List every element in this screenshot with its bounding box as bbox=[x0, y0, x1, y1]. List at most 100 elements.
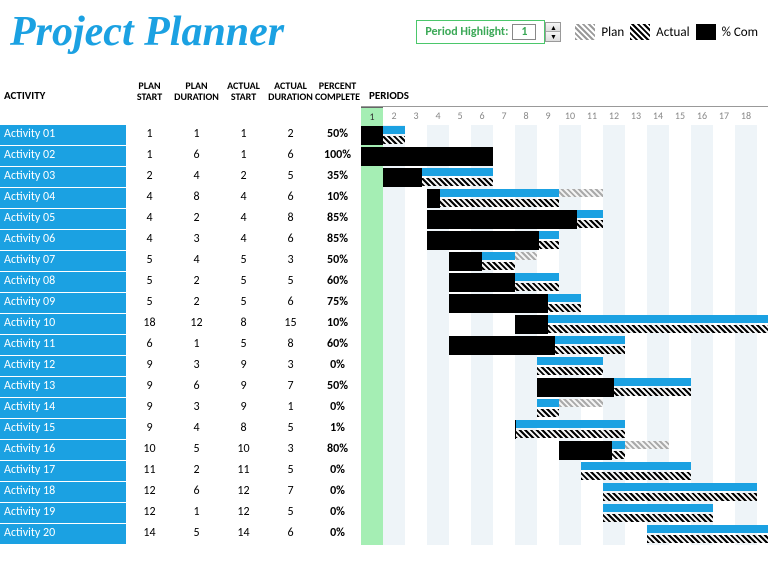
cell-percent[interactable]: 85% bbox=[314, 209, 361, 230]
cell-plan_duration[interactable]: 2 bbox=[173, 461, 220, 482]
cell-plan_duration[interactable]: 6 bbox=[173, 482, 220, 503]
cell-percent[interactable]: 0% bbox=[314, 524, 361, 545]
cell-actual_duration[interactable]: 8 bbox=[267, 335, 314, 356]
cell-actual_start[interactable]: 5 bbox=[220, 251, 267, 272]
activity-cell[interactable]: Activity 09 bbox=[0, 293, 126, 314]
cell-plan_duration[interactable]: 2 bbox=[173, 209, 220, 230]
activity-cell[interactable]: Activity 01 bbox=[0, 125, 126, 146]
cell-actual_start[interactable]: 5 bbox=[220, 335, 267, 356]
cell-percent[interactable]: 0% bbox=[314, 356, 361, 377]
activity-cell[interactable]: Activity 12 bbox=[0, 356, 126, 377]
cell-actual_start[interactable]: 8 bbox=[220, 314, 267, 335]
cell-plan_duration[interactable]: 3 bbox=[173, 398, 220, 419]
cell-plan_start[interactable]: 9 bbox=[126, 419, 173, 440]
cell-actual_duration[interactable]: 6 bbox=[267, 146, 314, 167]
activity-cell[interactable]: Activity 13 bbox=[0, 377, 126, 398]
cell-actual_duration[interactable]: 6 bbox=[267, 293, 314, 314]
cell-plan_duration[interactable]: 8 bbox=[173, 188, 220, 209]
cell-percent[interactable]: 60% bbox=[314, 272, 361, 293]
cell-plan_start[interactable]: 1 bbox=[126, 125, 173, 146]
cell-plan_start[interactable]: 5 bbox=[126, 293, 173, 314]
cell-actual_duration[interactable]: 5 bbox=[267, 167, 314, 188]
cell-actual_start[interactable]: 4 bbox=[220, 230, 267, 251]
activity-cell[interactable]: Activity 18 bbox=[0, 482, 126, 503]
cell-plan_start[interactable]: 4 bbox=[126, 230, 173, 251]
cell-actual_duration[interactable]: 1 bbox=[267, 398, 314, 419]
cell-plan_start[interactable]: 14 bbox=[126, 524, 173, 545]
activity-cell[interactable]: Activity 05 bbox=[0, 209, 126, 230]
cell-percent[interactable]: 50% bbox=[314, 251, 361, 272]
activity-cell[interactable]: Activity 10 bbox=[0, 314, 126, 335]
cell-plan_duration[interactable]: 6 bbox=[173, 377, 220, 398]
cell-actual_start[interactable]: 5 bbox=[220, 272, 267, 293]
activity-cell[interactable]: Activity 02 bbox=[0, 146, 126, 167]
cell-percent[interactable]: 10% bbox=[314, 314, 361, 335]
cell-plan_start[interactable]: 4 bbox=[126, 209, 173, 230]
cell-plan_start[interactable]: 9 bbox=[126, 398, 173, 419]
activity-cell[interactable]: Activity 17 bbox=[0, 461, 126, 482]
cell-plan_start[interactable]: 12 bbox=[126, 482, 173, 503]
cell-actual_duration[interactable]: 5 bbox=[267, 461, 314, 482]
cell-plan_start[interactable]: 11 bbox=[126, 461, 173, 482]
cell-percent[interactable]: 0% bbox=[314, 461, 361, 482]
activity-cell[interactable]: Activity 07 bbox=[0, 251, 126, 272]
cell-actual_duration[interactable]: 5 bbox=[267, 419, 314, 440]
cell-percent[interactable]: 0% bbox=[314, 398, 361, 419]
cell-actual_start[interactable]: 4 bbox=[220, 188, 267, 209]
cell-actual_start[interactable]: 14 bbox=[220, 524, 267, 545]
cell-percent[interactable]: 1% bbox=[314, 419, 361, 440]
activity-cell[interactable]: Activity 08 bbox=[0, 272, 126, 293]
cell-actual_start[interactable]: 5 bbox=[220, 293, 267, 314]
activity-cell[interactable]: Activity 11 bbox=[0, 335, 126, 356]
cell-plan_start[interactable]: 9 bbox=[126, 377, 173, 398]
cell-plan_duration[interactable]: 5 bbox=[173, 524, 220, 545]
cell-plan_duration[interactable]: 3 bbox=[173, 230, 220, 251]
cell-plan_start[interactable]: 6 bbox=[126, 335, 173, 356]
cell-plan_start[interactable]: 5 bbox=[126, 251, 173, 272]
cell-plan_duration[interactable]: 12 bbox=[173, 314, 220, 335]
cell-actual_duration[interactable]: 6 bbox=[267, 524, 314, 545]
cell-plan_start[interactable]: 4 bbox=[126, 188, 173, 209]
cell-actual_duration[interactable]: 3 bbox=[267, 251, 314, 272]
cell-plan_start[interactable]: 9 bbox=[126, 356, 173, 377]
cell-plan_start[interactable]: 10 bbox=[126, 440, 173, 461]
cell-plan_start[interactable]: 12 bbox=[126, 503, 173, 524]
activity-cell[interactable]: Activity 20 bbox=[0, 524, 126, 545]
cell-plan_duration[interactable]: 2 bbox=[173, 272, 220, 293]
cell-actual_duration[interactable]: 5 bbox=[267, 272, 314, 293]
cell-actual_start[interactable]: 12 bbox=[220, 482, 267, 503]
cell-percent[interactable]: 10% bbox=[314, 188, 361, 209]
cell-plan_duration[interactable]: 4 bbox=[173, 419, 220, 440]
cell-plan_start[interactable]: 2 bbox=[126, 167, 173, 188]
cell-actual_duration[interactable]: 8 bbox=[267, 209, 314, 230]
cell-actual_start[interactable]: 9 bbox=[220, 377, 267, 398]
cell-actual_start[interactable]: 8 bbox=[220, 419, 267, 440]
cell-actual_start[interactable]: 1 bbox=[220, 125, 267, 146]
cell-percent[interactable]: 50% bbox=[314, 377, 361, 398]
cell-plan_duration[interactable]: 3 bbox=[173, 356, 220, 377]
cell-percent[interactable]: 35% bbox=[314, 167, 361, 188]
cell-plan_duration[interactable]: 4 bbox=[173, 251, 220, 272]
cell-actual_duration[interactable]: 3 bbox=[267, 356, 314, 377]
cell-plan_duration[interactable]: 1 bbox=[173, 335, 220, 356]
cell-percent[interactable]: 0% bbox=[314, 482, 361, 503]
cell-plan_duration[interactable]: 6 bbox=[173, 146, 220, 167]
activity-cell[interactable]: Activity 19 bbox=[0, 503, 126, 524]
cell-plan_duration[interactable]: 2 bbox=[173, 293, 220, 314]
cell-percent[interactable]: 50% bbox=[314, 125, 361, 146]
cell-actual_start[interactable]: 12 bbox=[220, 503, 267, 524]
cell-actual_duration[interactable]: 3 bbox=[267, 440, 314, 461]
activity-cell[interactable]: Activity 04 bbox=[0, 188, 126, 209]
cell-actual_duration[interactable]: 6 bbox=[267, 188, 314, 209]
period-spinner[interactable]: ▲ ▼ bbox=[545, 22, 561, 42]
cell-actual_duration[interactable]: 7 bbox=[267, 482, 314, 503]
cell-actual_start[interactable]: 9 bbox=[220, 398, 267, 419]
cell-plan_duration[interactable]: 1 bbox=[173, 503, 220, 524]
activity-cell[interactable]: Activity 15 bbox=[0, 419, 126, 440]
cell-percent[interactable]: 80% bbox=[314, 440, 361, 461]
cell-actual_start[interactable]: 4 bbox=[220, 209, 267, 230]
spinner-up-icon[interactable]: ▲ bbox=[546, 23, 560, 32]
cell-percent[interactable]: 75% bbox=[314, 293, 361, 314]
activity-cell[interactable]: Activity 16 bbox=[0, 440, 126, 461]
cell-plan_duration[interactable]: 4 bbox=[173, 167, 220, 188]
